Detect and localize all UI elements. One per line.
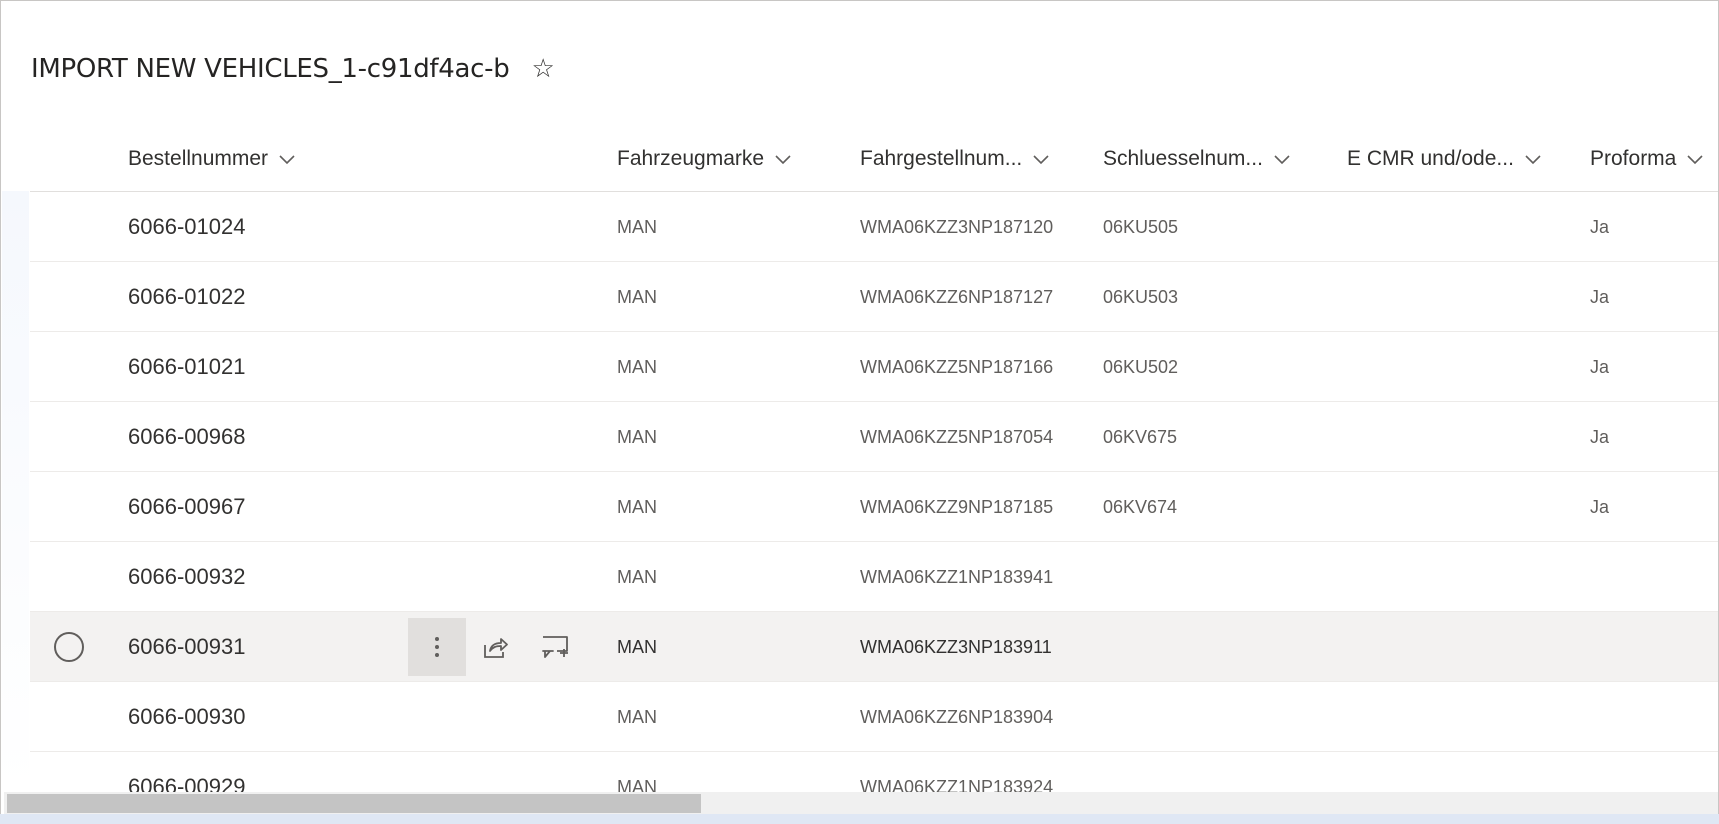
brand-cell: MAN — [617, 356, 657, 377]
column-header-ecmr[interactable]: E CMR und/ode... — [1347, 126, 1542, 192]
column-header-label: Proforma — [1590, 147, 1677, 170]
data-grid: Bestellnummer Fahrzeugmarke Fahrgestelln… — [30, 126, 1718, 822]
proforma-cell: Ja — [1590, 496, 1610, 517]
title-bar: IMPORT NEW VEHICLES_1-c91df4ac-b ☆ — [31, 49, 555, 89]
column-header-label: Schluesselnum... — [1103, 147, 1263, 170]
table-row[interactable]: 6066-00932 MAN WMA06KZZ1NP183941 — [30, 542, 1718, 612]
left-gutter — [2, 191, 29, 791]
horizontal-scrollbar[interactable] — [4, 792, 1718, 815]
list-view-window: IMPORT NEW VEHICLES_1-c91df4ac-b ☆ Beste… — [0, 0, 1719, 824]
chevron-down-icon — [1033, 155, 1049, 165]
add-comment-icon — [542, 636, 568, 658]
column-header-schluesselnummer[interactable]: Schluesselnum... — [1103, 126, 1291, 192]
vin-cell: WMA06KZZ5NP187054 — [860, 426, 1054, 447]
table-row-hovered[interactable]: 6066-00931 MAN WMA06KZZ3NP183911 — [30, 612, 1718, 682]
column-header-label: Fahrgestellnum... — [860, 147, 1023, 170]
more-vertical-icon — [435, 637, 439, 657]
add-comment-button[interactable] — [526, 618, 584, 676]
vin-cell: WMA06KZZ5NP187166 — [860, 356, 1054, 377]
vin-cell: WMA06KZZ3NP183911 — [860, 636, 1052, 657]
chevron-down-icon — [775, 155, 791, 165]
more-options-button[interactable] — [408, 618, 466, 676]
key-number-cell: 06KV674 — [1103, 496, 1178, 517]
order-number-cell[interactable]: 6066-01021 — [128, 332, 245, 402]
vin-cell: WMA06KZZ3NP187120 — [860, 216, 1054, 237]
chevron-down-icon — [279, 155, 295, 165]
brand-cell: MAN — [617, 216, 657, 237]
key-number-cell: 06KU503 — [1103, 286, 1179, 307]
table-row[interactable]: 6066-01024 MAN WMA06KZZ3NP187120 06KU505… — [30, 192, 1718, 262]
table-row[interactable]: 6066-00968 MAN WMA06KZZ5NP187054 06KV675… — [30, 402, 1718, 472]
vin-cell: WMA06KZZ1NP183941 — [860, 566, 1054, 587]
proforma-cell: Ja — [1590, 216, 1610, 237]
vin-cell: WMA06KZZ6NP183904 — [860, 706, 1054, 727]
brand-cell: MAN — [617, 706, 657, 727]
page-title: IMPORT NEW VEHICLES_1-c91df4ac-b — [31, 54, 510, 84]
taskbar-edge — [0, 814, 1719, 824]
key-number-cell: 06KV675 — [1103, 426, 1178, 447]
table-row[interactable]: 6066-01021 MAN WMA06KZZ5NP187166 06KU502… — [30, 332, 1718, 402]
column-header-fahrgestellnummer[interactable]: Fahrgestellnum... — [860, 126, 1050, 192]
share-button[interactable] — [466, 618, 524, 676]
chevron-down-icon — [1274, 155, 1290, 165]
chevron-down-icon — [1687, 155, 1703, 165]
column-header-bestellnummer[interactable]: Bestellnummer — [128, 126, 296, 192]
vin-cell: WMA06KZZ9NP187185 — [860, 496, 1054, 517]
table-row[interactable]: 6066-00930 MAN WMA06KZZ6NP183904 — [30, 682, 1718, 752]
proforma-cell: Ja — [1590, 426, 1610, 447]
chevron-down-icon — [1525, 155, 1541, 165]
brand-cell: MAN — [617, 636, 657, 657]
brand-cell: MAN — [617, 496, 657, 517]
scrollbar-thumb[interactable] — [7, 794, 701, 813]
column-header-proforma[interactable]: Proforma — [1590, 126, 1704, 192]
column-header-label: E CMR und/ode... — [1347, 147, 1514, 170]
order-number-cell[interactable]: 6066-00930 — [128, 682, 245, 752]
key-number-cell: 06KU502 — [1103, 356, 1179, 377]
key-number-cell: 06KU505 — [1103, 216, 1179, 237]
proforma-cell: Ja — [1590, 286, 1610, 307]
order-number-cell[interactable]: 6066-00931 — [128, 612, 245, 682]
brand-cell: MAN — [617, 426, 657, 447]
proforma-cell: Ja — [1590, 356, 1610, 377]
order-number-cell[interactable]: 6066-00967 — [128, 472, 245, 542]
order-number-cell[interactable]: 6066-01022 — [128, 262, 245, 332]
table-row[interactable]: 6066-00967 MAN WMA06KZZ9NP187185 06KV674… — [30, 472, 1718, 542]
order-number-cell[interactable]: 6066-00932 — [128, 542, 245, 612]
vin-cell: WMA06KZZ6NP187127 — [860, 286, 1054, 307]
grid-header: Bestellnummer Fahrzeugmarke Fahrgestelln… — [30, 126, 1718, 192]
order-number-cell[interactable]: 6066-01024 — [128, 192, 245, 262]
brand-cell: MAN — [617, 286, 657, 307]
order-number-cell[interactable]: 6066-00968 — [128, 402, 245, 472]
brand-cell: MAN — [617, 566, 657, 587]
table-row[interactable]: 6066-01022 MAN WMA06KZZ6NP187127 06KU503… — [30, 262, 1718, 332]
column-header-label: Bestellnummer — [128, 147, 269, 170]
star-outline-icon[interactable]: ☆ — [531, 56, 554, 82]
column-header-label: Fahrzeugmarke — [617, 147, 765, 170]
share-icon — [484, 638, 508, 658]
row-select-radio[interactable] — [54, 632, 84, 662]
column-header-fahrzeugmarke[interactable]: Fahrzeugmarke — [617, 126, 792, 192]
